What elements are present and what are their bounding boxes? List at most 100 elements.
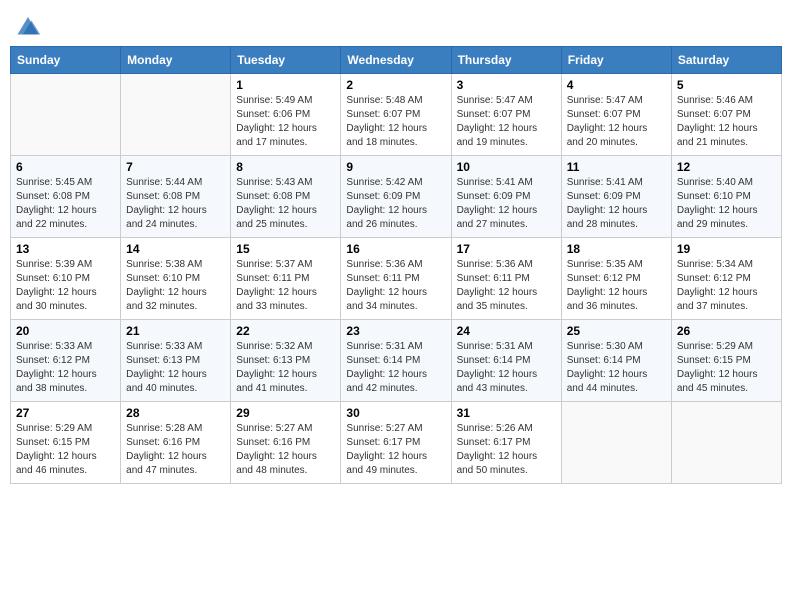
day-number: 12: [677, 160, 776, 174]
day-number: 5: [677, 78, 776, 92]
day-number: 18: [567, 242, 666, 256]
logo: [14, 10, 46, 38]
day-number: 2: [346, 78, 445, 92]
day-number: 3: [457, 78, 556, 92]
day-info: Sunrise: 5:44 AMSunset: 6:08 PMDaylight:…: [126, 176, 225, 232]
day-info: Sunrise: 5:40 AMSunset: 6:10 PMDaylight:…: [677, 176, 776, 232]
calendar-cell: 31Sunrise: 5:26 AMSunset: 6:17 PMDayligh…: [451, 402, 561, 484]
day-info: Sunrise: 5:27 AMSunset: 6:17 PMDaylight:…: [346, 422, 445, 478]
day-info: Sunrise: 5:46 AMSunset: 6:07 PMDaylight:…: [677, 94, 776, 150]
logo-icon: [14, 10, 42, 38]
day-info: Sunrise: 5:28 AMSunset: 6:16 PMDaylight:…: [126, 422, 225, 478]
day-info: Sunrise: 5:38 AMSunset: 6:10 PMDaylight:…: [126, 258, 225, 314]
day-number: 28: [126, 406, 225, 420]
day-number: 23: [346, 324, 445, 338]
day-number: 15: [236, 242, 335, 256]
day-of-week-header: Wednesday: [341, 47, 451, 74]
calendar-cell: 1 Sunrise: 5:49 AMSunset: 6:06 PMDaylight…: [231, 74, 341, 156]
day-number: 16: [346, 242, 445, 256]
calendar-cell: 26 Sunrise: 5:29 AMSunset: 6:15 PMDayligh…: [671, 320, 781, 402]
calendar-cell: 2 Sunrise: 5:48 AMSunset: 6:07 PMDaylight…: [341, 74, 451, 156]
day-info: Sunrise: 5:48 AMSunset: 6:07 PMDaylight:…: [346, 94, 445, 150]
day-number: 22: [236, 324, 335, 338]
calendar-week-row: 27 Sunrise: 5:29 AMSunset: 6:15 PMDayligh…: [11, 402, 782, 484]
calendar-cell: 28 Sunrise: 5:28 AMSunset: 6:16 PMDayligh…: [121, 402, 231, 484]
calendar-cell: 7Sunrise: 5:44 AMSunset: 6:08 PMDaylight…: [121, 156, 231, 238]
day-info: Sunrise: 5:30 AMSunset: 6:14 PMDaylight:…: [567, 340, 666, 396]
day-info: Sunrise: 5:42 AMSunset: 6:09 PMDaylight:…: [346, 176, 445, 232]
day-number: 10: [457, 160, 556, 174]
day-number: 9: [346, 160, 445, 174]
day-info: Sunrise: 5:26 AMSunset: 6:17 PMDaylight:…: [457, 422, 556, 478]
day-number: 25: [567, 324, 666, 338]
calendar-table: SundayMondayTuesdayWednesdayThursdayFrid…: [10, 46, 782, 484]
calendar-cell: 30 Sunrise: 5:27 AMSunset: 6:17 PMDayligh…: [341, 402, 451, 484]
day-number: 8: [236, 160, 335, 174]
day-info: Sunrise: 5:47 AMSunset: 6:07 PMDaylight:…: [567, 94, 666, 150]
day-of-week-header: Friday: [561, 47, 671, 74]
day-info: Sunrise: 5:41 AMSunset: 6:09 PMDaylight:…: [567, 176, 666, 232]
day-info: Sunrise: 5:33 AMSunset: 6:13 PMDaylight:…: [126, 340, 225, 396]
day-info: Sunrise: 5:49 AMSunset: 6:06 PMDaylight:…: [236, 94, 335, 150]
day-info: Sunrise: 5:45 AMSunset: 6:08 PMDaylight:…: [16, 176, 115, 232]
calendar-cell: [11, 74, 121, 156]
day-info: Sunrise: 5:47 AMSunset: 6:07 PMDaylight:…: [457, 94, 556, 150]
day-number: 17: [457, 242, 556, 256]
calendar-cell: 10Sunrise: 5:41 AMSunset: 6:09 PMDayligh…: [451, 156, 561, 238]
page-header: [10, 10, 782, 38]
calendar-cell: [561, 402, 671, 484]
day-number: 6: [16, 160, 115, 174]
calendar-cell: [671, 402, 781, 484]
calendar-cell: 27 Sunrise: 5:29 AMSunset: 6:15 PMDayligh…: [11, 402, 121, 484]
day-info: Sunrise: 5:32 AMSunset: 6:13 PMDaylight:…: [236, 340, 335, 396]
day-number: 27: [16, 406, 115, 420]
calendar-cell: 4 Sunrise: 5:47 AMSunset: 6:07 PMDaylight…: [561, 74, 671, 156]
calendar-cell: 18 Sunrise: 5:35 AMSunset: 6:12 PMDayligh…: [561, 238, 671, 320]
day-info: Sunrise: 5:29 AMSunset: 6:15 PMDaylight:…: [16, 422, 115, 478]
calendar-cell: 15Sunrise: 5:37 AMSunset: 6:11 PMDayligh…: [231, 238, 341, 320]
day-info: Sunrise: 5:29 AMSunset: 6:15 PMDaylight:…: [677, 340, 776, 396]
calendar-cell: 6 Sunrise: 5:45 AMSunset: 6:08 PMDaylight…: [11, 156, 121, 238]
calendar-cell: 8 Sunrise: 5:43 AMSunset: 6:08 PMDaylight…: [231, 156, 341, 238]
day-of-week-header: Monday: [121, 47, 231, 74]
calendar-week-row: 13 Sunrise: 5:39 AMSunset: 6:10 PMDayligh…: [11, 238, 782, 320]
day-info: Sunrise: 5:33 AMSunset: 6:12 PMDaylight:…: [16, 340, 115, 396]
day-number: 24: [457, 324, 556, 338]
calendar-cell: 17 Sunrise: 5:36 AMSunset: 6:11 PMDayligh…: [451, 238, 561, 320]
day-number: 1: [236, 78, 335, 92]
calendar-cell: 3 Sunrise: 5:47 AMSunset: 6:07 PMDaylight…: [451, 74, 561, 156]
day-number: 20: [16, 324, 115, 338]
calendar-week-row: 1 Sunrise: 5:49 AMSunset: 6:06 PMDaylight…: [11, 74, 782, 156]
calendar-cell: 20 Sunrise: 5:33 AMSunset: 6:12 PMDayligh…: [11, 320, 121, 402]
day-number: 30: [346, 406, 445, 420]
calendar-cell: [121, 74, 231, 156]
day-info: Sunrise: 5:27 AMSunset: 6:16 PMDaylight:…: [236, 422, 335, 478]
calendar-week-row: 20 Sunrise: 5:33 AMSunset: 6:12 PMDayligh…: [11, 320, 782, 402]
day-number: 13: [16, 242, 115, 256]
calendar-cell: 5 Sunrise: 5:46 AMSunset: 6:07 PMDaylight…: [671, 74, 781, 156]
day-info: Sunrise: 5:35 AMSunset: 6:12 PMDaylight:…: [567, 258, 666, 314]
day-info: Sunrise: 5:36 AMSunset: 6:11 PMDaylight:…: [346, 258, 445, 314]
calendar-week-row: 6 Sunrise: 5:45 AMSunset: 6:08 PMDaylight…: [11, 156, 782, 238]
day-number: 26: [677, 324, 776, 338]
day-of-week-header: Thursday: [451, 47, 561, 74]
calendar-cell: 13 Sunrise: 5:39 AMSunset: 6:10 PMDayligh…: [11, 238, 121, 320]
day-number: 29: [236, 406, 335, 420]
day-info: Sunrise: 5:43 AMSunset: 6:08 PMDaylight:…: [236, 176, 335, 232]
day-info: Sunrise: 5:36 AMSunset: 6:11 PMDaylight:…: [457, 258, 556, 314]
day-info: Sunrise: 5:39 AMSunset: 6:10 PMDaylight:…: [16, 258, 115, 314]
day-of-week-header: Saturday: [671, 47, 781, 74]
day-number: 21: [126, 324, 225, 338]
calendar-cell: 24 Sunrise: 5:31 AMSunset: 6:14 PMDayligh…: [451, 320, 561, 402]
day-number: 11: [567, 160, 666, 174]
calendar-cell: 9 Sunrise: 5:42 AMSunset: 6:09 PMDaylight…: [341, 156, 451, 238]
day-of-week-header: Sunday: [11, 47, 121, 74]
day-number: 4: [567, 78, 666, 92]
calendar-cell: 14Sunrise: 5:38 AMSunset: 6:10 PMDayligh…: [121, 238, 231, 320]
calendar-cell: 23Sunrise: 5:31 AMSunset: 6:14 PMDayligh…: [341, 320, 451, 402]
calendar-cell: 12 Sunrise: 5:40 AMSunset: 6:10 PMDayligh…: [671, 156, 781, 238]
calendar-cell: 11 Sunrise: 5:41 AMSunset: 6:09 PMDayligh…: [561, 156, 671, 238]
day-info: Sunrise: 5:31 AMSunset: 6:14 PMDaylight:…: [457, 340, 556, 396]
calendar-cell: 21 Sunrise: 5:33 AMSunset: 6:13 PMDayligh…: [121, 320, 231, 402]
day-of-week-header: Tuesday: [231, 47, 341, 74]
